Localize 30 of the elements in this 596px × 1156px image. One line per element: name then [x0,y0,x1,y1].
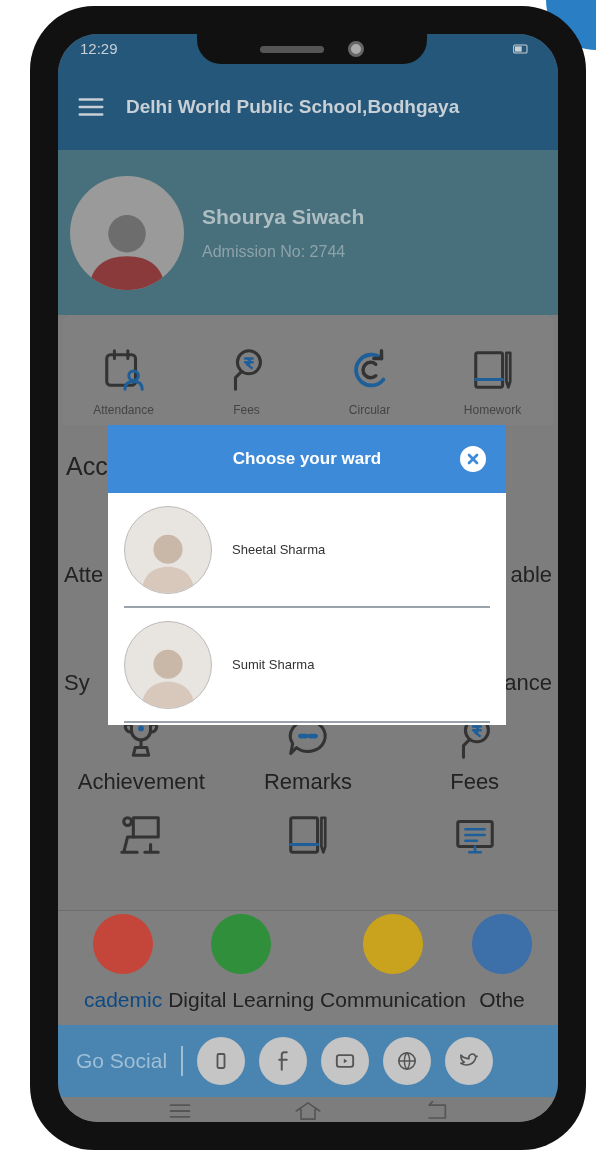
quick-link[interactable]: Homework [431,347,554,419]
ward-row[interactable]: Sumit Sharma [124,608,490,723]
social-link[interactable] [197,1037,246,1085]
category-tab[interactable]: Digital Learning [168,913,315,1015]
menu-label: able [510,561,552,589]
quick-link[interactable]: Attendance [62,347,185,419]
dialog-title: Choose your ward [232,448,382,471]
close-button[interactable] [460,446,486,472]
social-link[interactable] [321,1037,370,1085]
quick-link[interactable]: Circular [308,347,431,419]
camera-lens [347,41,364,57]
menu-label: ance [504,669,552,697]
app-title: Delhi World Public School,Bodhgaya [126,94,460,119]
social-link[interactable] [445,1037,494,1085]
ward-row[interactable]: Sheetal Sharma [124,493,490,608]
category-tab[interactable]: cademic [83,913,163,1015]
speaker-grille [259,45,324,53]
quick-link[interactable]: Fees [185,347,308,419]
section-heading: Acc [66,450,108,482]
facebook-icon [278,1050,289,1072]
menu-label: Sy [64,669,90,697]
close-icon [465,451,481,467]
menu-label: Atte [64,561,104,589]
status-time: 12:29 [80,38,118,59]
social-link[interactable] [259,1037,308,1085]
admission-number: Admission No: 2744 [202,242,347,263]
social-link[interactable] [383,1037,432,1085]
student-name: Shourya Siwach [202,203,365,230]
social-label: Go Social [76,1048,168,1075]
category-tab[interactable]: Communication [320,913,466,1015]
